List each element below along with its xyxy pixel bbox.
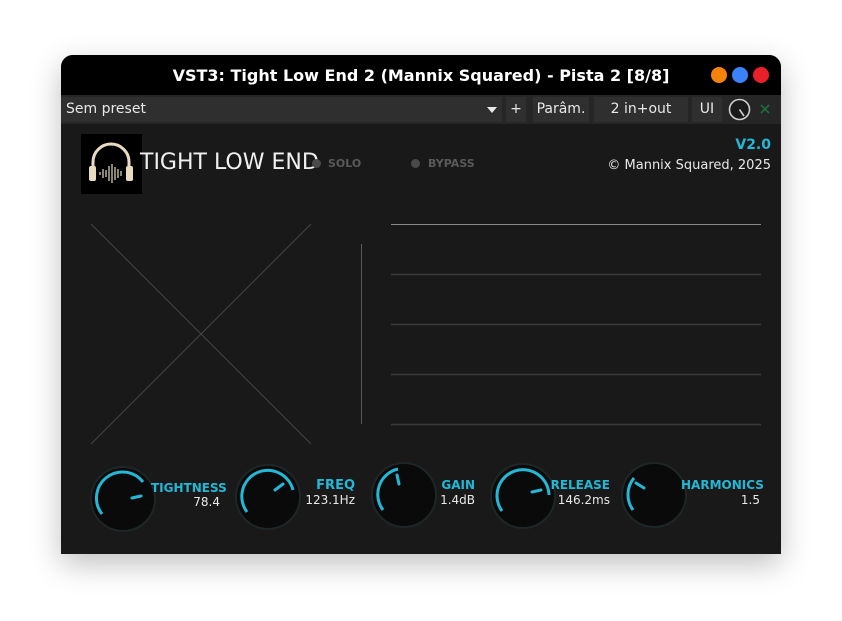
harmonics-label: HARMONICS bbox=[681, 478, 764, 492]
display-area bbox=[90, 223, 761, 445]
freq-value: 123.1Hz bbox=[305, 493, 355, 507]
release-label: RELEASE bbox=[550, 478, 610, 492]
ui-button[interactable]: UI bbox=[692, 97, 722, 122]
chevron-down-icon bbox=[487, 107, 497, 113]
freq-label: FREQ bbox=[316, 478, 355, 493]
harmonics-value: 1.5 bbox=[740, 493, 760, 507]
gain-label: GAIN bbox=[441, 478, 475, 492]
io-button[interactable]: 2 in+out bbox=[594, 97, 688, 122]
title-bar[interactable]: VST3: Tight Low End 2 (Mannix Squared) -… bbox=[61, 55, 781, 95]
harmonics-knob[interactable] bbox=[620, 461, 688, 529]
wet-dry-knob-icon[interactable] bbox=[728, 98, 751, 121]
preset-label: Sem preset bbox=[66, 101, 146, 117]
gain-value: 1.4dB bbox=[440, 493, 475, 507]
close-icon[interactable] bbox=[759, 103, 771, 115]
add-preset-button[interactable]: + bbox=[506, 97, 526, 122]
tightness-label: TIGHTNESS bbox=[151, 481, 227, 495]
params-button[interactable]: Parâm. bbox=[533, 97, 589, 122]
window-title: VST3: Tight Low End 2 (Mannix Squared) -… bbox=[172, 66, 670, 85]
plugin-panel: TIGHT LOW END SOLO BYPASS V2.0 © Mannix … bbox=[61, 124, 781, 554]
release-value: 146.2ms bbox=[557, 493, 610, 507]
host-toolbar: Sem preset + Parâm. 2 in+out UI bbox=[61, 95, 781, 124]
plugin-window: VST3: Tight Low End 2 (Mannix Squared) -… bbox=[61, 55, 781, 554]
preset-select[interactable]: Sem preset bbox=[61, 97, 502, 122]
gain-knob[interactable] bbox=[370, 461, 438, 529]
tightness-value: 78.4 bbox=[193, 495, 220, 509]
tightness-knob[interactable] bbox=[89, 465, 157, 533]
minimize-button[interactable] bbox=[711, 67, 727, 83]
close-button[interactable] bbox=[753, 67, 769, 83]
maximize-button[interactable] bbox=[732, 67, 748, 83]
